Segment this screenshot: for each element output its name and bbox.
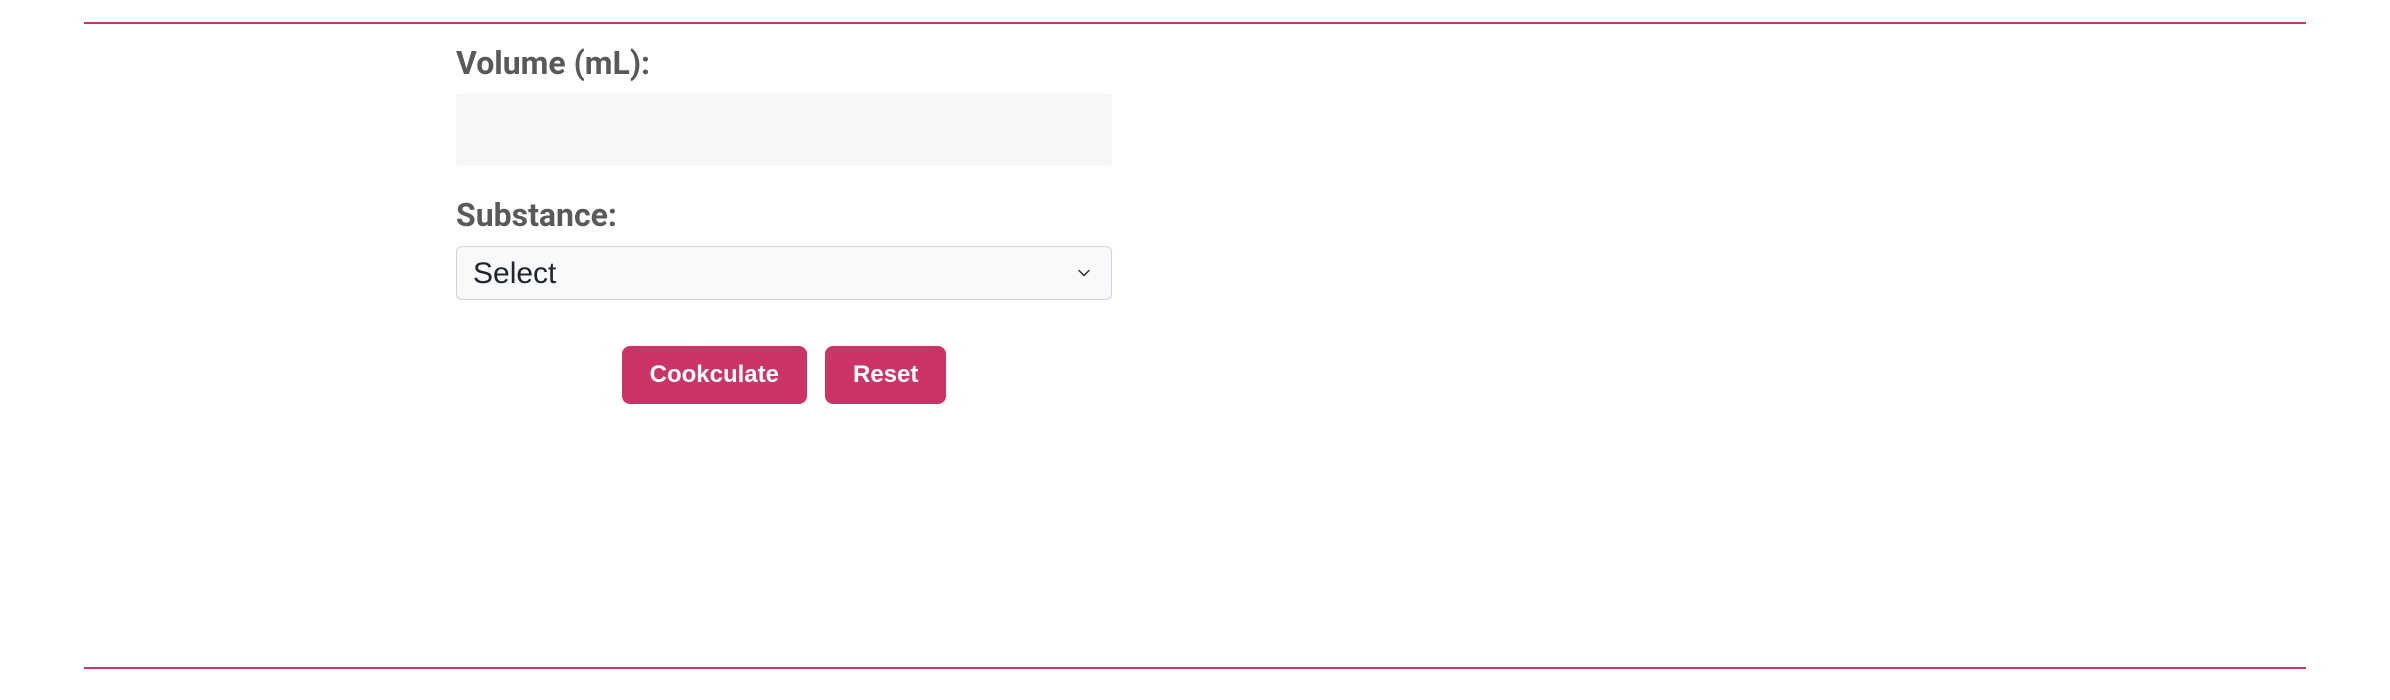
substance-select-wrapper: Select [456,246,1112,300]
divider-bottom [84,667,2306,669]
volume-label: Volume (mL): [456,44,1112,82]
substance-select[interactable]: Select [456,246,1112,300]
reset-button[interactable]: Reset [825,346,946,404]
volume-input[interactable] [456,94,1112,166]
cookculate-button[interactable]: Cookculate [622,346,807,404]
substance-label: Substance: [456,196,1112,234]
divider-top [84,22,2306,24]
form-container: Volume (mL): Substance: Select Cookculat… [456,44,1112,404]
button-row: Cookculate Reset [456,346,1112,404]
